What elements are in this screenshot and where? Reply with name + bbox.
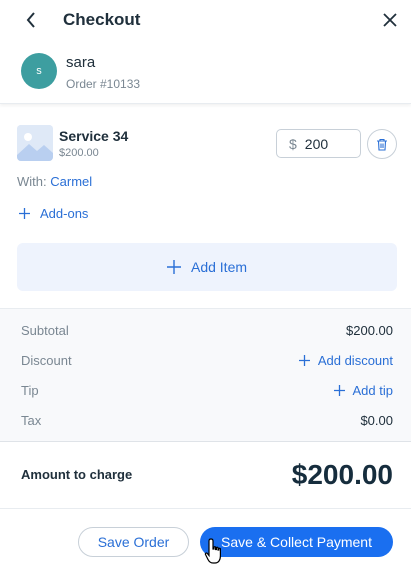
add-ons-label: Add-ons [40,206,89,221]
add-item-label: Add Item [190,259,248,275]
save-order-button[interactable]: Save Order [78,527,189,557]
staff-link[interactable]: Carmel [50,174,92,189]
with-label: With: [17,174,47,189]
add-discount-button[interactable]: Add discount [298,353,393,368]
hand-cursor-icon [204,538,221,564]
delete-item-button[interactable] [367,129,397,159]
amount-to-charge-label: Amount to charge [21,467,133,482]
tax-label: Tax [21,413,42,428]
tax-value: $0.00 [360,413,393,428]
add-discount-label: Add discount [317,353,393,368]
close-button[interactable] [379,9,401,31]
plus-icon [166,260,181,274]
add-item-button[interactable]: Add Item [17,243,397,291]
service-price: $200.00 [59,147,99,159]
footer-divider [0,508,411,509]
add-tip-button[interactable]: Add tip [333,383,393,398]
price-input[interactable]: $ 200 [276,129,361,158]
tip-label: Tip [21,383,39,398]
avatar: s [21,53,57,89]
customer-name: sara [66,54,96,71]
add-ons-button[interactable]: Add-ons [19,206,88,221]
amount-to-charge-value: $200.00 [291,459,393,490]
price-input-value: 200 [304,135,329,152]
summary-section: Subtotal $200.00 Discount Add discount T… [0,308,411,441]
order-number: Order #10133 [66,77,141,91]
currency-symbol: $ [289,135,297,152]
staff-line: With: Carmel [17,174,92,189]
divider [0,441,411,442]
back-button[interactable] [20,9,42,31]
close-icon [383,13,397,27]
customer-section: s sara Order #10133 [0,40,411,104]
add-tip-label: Add tip [352,383,393,398]
service-image-icon [17,125,53,161]
service-name: Service 34 [59,128,129,144]
page-title: Checkout [63,10,141,29]
plus-icon [19,208,30,219]
save-collect-payment-button[interactable]: Save & Collect Payment [200,527,393,557]
plus-icon [333,385,345,396]
subtotal-value: $200.00 [346,323,393,338]
trash-icon [377,138,387,151]
plus-icon [298,355,310,366]
subtotal-label: Subtotal [21,323,69,338]
header: Checkout [0,0,411,40]
discount-label: Discount [21,353,72,368]
chevron-left-icon [26,12,35,28]
